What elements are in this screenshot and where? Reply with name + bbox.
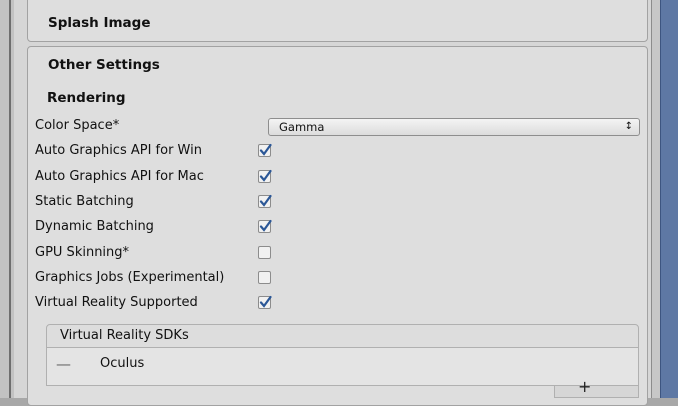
- checkmark-icon: [259, 295, 272, 308]
- setting-label: GPU Skinning*: [35, 245, 130, 260]
- setting-label: Auto Graphics API for Win: [35, 143, 202, 158]
- checkmark-icon: [259, 143, 272, 156]
- list-item[interactable]: — Oculus: [47, 352, 638, 376]
- color-space-dropdown[interactable]: Gamma ↕: [268, 118, 640, 136]
- setting-row: GPU Skinning*: [35, 243, 635, 263]
- setting-row: Static Batching: [35, 192, 635, 212]
- checkmark-icon: [259, 169, 272, 182]
- vr-sdks-list: — Oculus: [46, 348, 639, 386]
- setting-checkbox[interactable]: [258, 194, 272, 208]
- setting-label: Static Batching: [35, 194, 134, 209]
- setting-checkbox[interactable]: [258, 169, 272, 183]
- setting-checkbox[interactable]: [258, 271, 271, 284]
- vr-sdks-title: Virtual Reality SDKs: [60, 328, 189, 343]
- splash-image-title[interactable]: Splash Image: [48, 15, 151, 31]
- setting-checkbox[interactable]: [258, 219, 272, 233]
- left-border: [0, 0, 15, 398]
- add-sdk-button[interactable]: +: [578, 379, 591, 395]
- right-scrollbar[interactable]: [651, 0, 678, 398]
- list-footer: [554, 386, 639, 398]
- setting-label: Graphics Jobs (Experimental): [35, 270, 225, 285]
- setting-label: Color Space*: [35, 118, 120, 133]
- setting-row: Graphics Jobs (Experimental): [35, 268, 635, 288]
- setting-row: Virtual Reality Supported: [35, 293, 635, 313]
- setting-row: Auto Graphics API for Win: [35, 141, 635, 161]
- rendering-heading-row: Rendering: [47, 88, 647, 108]
- sdk-name: Oculus: [100, 356, 145, 371]
- drag-handle-icon[interactable]: —: [56, 352, 71, 376]
- setting-label: Auto Graphics API for Mac: [35, 169, 204, 184]
- splash-image-section[interactable]: Splash Image: [27, 0, 648, 42]
- setting-checkbox[interactable]: [258, 143, 272, 157]
- color-space-value: Gamma: [279, 120, 325, 134]
- other-settings-title[interactable]: Other Settings: [48, 57, 160, 73]
- setting-label: Virtual Reality Supported: [35, 295, 198, 310]
- rendering-heading: Rendering: [47, 90, 126, 106]
- setting-row: Dynamic Batching: [35, 217, 635, 237]
- updown-arrow-icon: ↕: [624, 121, 633, 132]
- checkmark-icon: [259, 194, 272, 207]
- setting-checkbox[interactable]: [258, 295, 272, 309]
- checkmark-icon: [259, 219, 272, 232]
- scrollbar-track[interactable]: [660, 0, 678, 398]
- setting-checkbox[interactable]: [258, 246, 271, 259]
- setting-row: Auto Graphics API for Mac: [35, 167, 635, 187]
- setting-label: Dynamic Batching: [35, 219, 154, 234]
- vr-sdks-header: Virtual Reality SDKs: [46, 324, 639, 348]
